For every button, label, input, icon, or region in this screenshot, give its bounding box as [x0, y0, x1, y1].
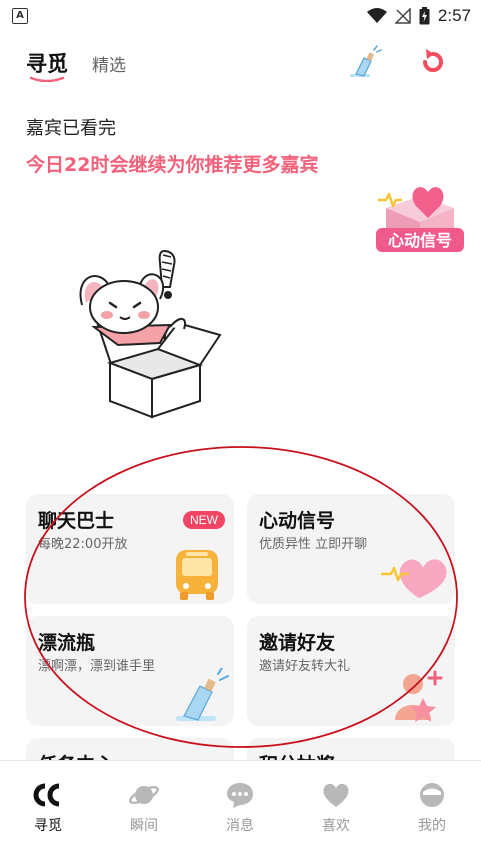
no-signal-icon — [394, 8, 411, 24]
bottom-nav: 寻觅 瞬间 消息 喜欢 我的 — [0, 760, 481, 855]
nav-label: 我的 — [418, 818, 446, 834]
nav-item-messages[interactable]: 消息 — [210, 781, 270, 835]
nav-label: 瞬间 — [130, 818, 158, 834]
nav-label: 喜欢 — [322, 818, 350, 834]
svg-text:心动信号: 心动信号 — [388, 231, 452, 250]
refresh-button[interactable] — [412, 44, 452, 80]
card-heart-signal[interactable]: 心动信号 优质异性 立即开聊 — [247, 494, 455, 604]
bunny-box-illustration — [79, 249, 222, 419]
refresh-icon — [423, 49, 443, 72]
new-badge: NEW — [183, 511, 225, 529]
heart-icon — [323, 783, 349, 807]
bus-icon — [176, 550, 218, 600]
card-title: 心动信号 — [259, 510, 336, 532]
battery-charging-icon — [419, 7, 430, 25]
card-title: 漂流瓶 — [38, 632, 96, 654]
empty-state-title: 嘉宾已看完 — [26, 118, 116, 139]
drift-bottle-icon — [176, 668, 229, 721]
cc-logo-icon — [33, 783, 60, 807]
tab-xunmi[interactable]: 寻觅 — [26, 48, 68, 78]
card-subtitle: 优质异性 立即开聊 — [259, 537, 368, 552]
planet-icon — [129, 785, 159, 805]
card-invite-friends[interactable]: 邀请好友 邀请好友转大礼 — [247, 616, 455, 726]
nav-item-moments[interactable]: 瞬间 — [114, 781, 174, 835]
drift-bottle-icon — [350, 45, 382, 77]
tab-jingxuan[interactable]: 精选 — [92, 51, 126, 76]
profile-icon — [420, 783, 444, 807]
nav-item-likes[interactable]: 喜欢 — [306, 781, 366, 835]
card-subtitle: 漂啊漂，漂到谁手里 — [38, 659, 156, 674]
card-title: 聊天巴士 — [38, 510, 115, 532]
nav-item-xunmi[interactable]: 寻觅 — [18, 781, 78, 835]
notification-icon: A — [12, 8, 28, 24]
header: 寻觅 精选 — [0, 40, 481, 84]
card-title: 邀请好友 — [259, 632, 336, 654]
wifi-icon — [366, 8, 387, 23]
card-chat-bus[interactable]: 聊天巴士 NEW 每晚22:00开放 — [26, 494, 234, 604]
status-time: 2:57 — [437, 6, 471, 25]
card-subtitle: 邀请好友转大礼 — [259, 659, 351, 674]
card-subtitle: 每晚22:00开放 — [38, 537, 128, 552]
heart-icon — [381, 559, 447, 598]
drift-bottle-button[interactable] — [344, 44, 384, 80]
card-drift-bottle[interactable]: 漂流瓶 漂啊漂，漂到谁手里 — [26, 616, 234, 726]
nav-label: 寻觅 — [34, 818, 62, 834]
nav-label: 消息 — [226, 818, 254, 834]
invite-friend-icon — [395, 670, 443, 722]
status-bar: A 2:57 — [0, 0, 481, 34]
gift-heart-icon: 心动信号 — [376, 187, 464, 252]
empty-state-message: 今日22时会继续为你推荐更多嘉宾 — [26, 154, 319, 176]
chat-bubble-icon — [227, 783, 253, 808]
nav-item-me[interactable]: 我的 — [402, 781, 462, 835]
tab-active-indicator — [30, 76, 64, 82]
heart-signal-badge[interactable]: 心动信号 — [372, 170, 468, 260]
